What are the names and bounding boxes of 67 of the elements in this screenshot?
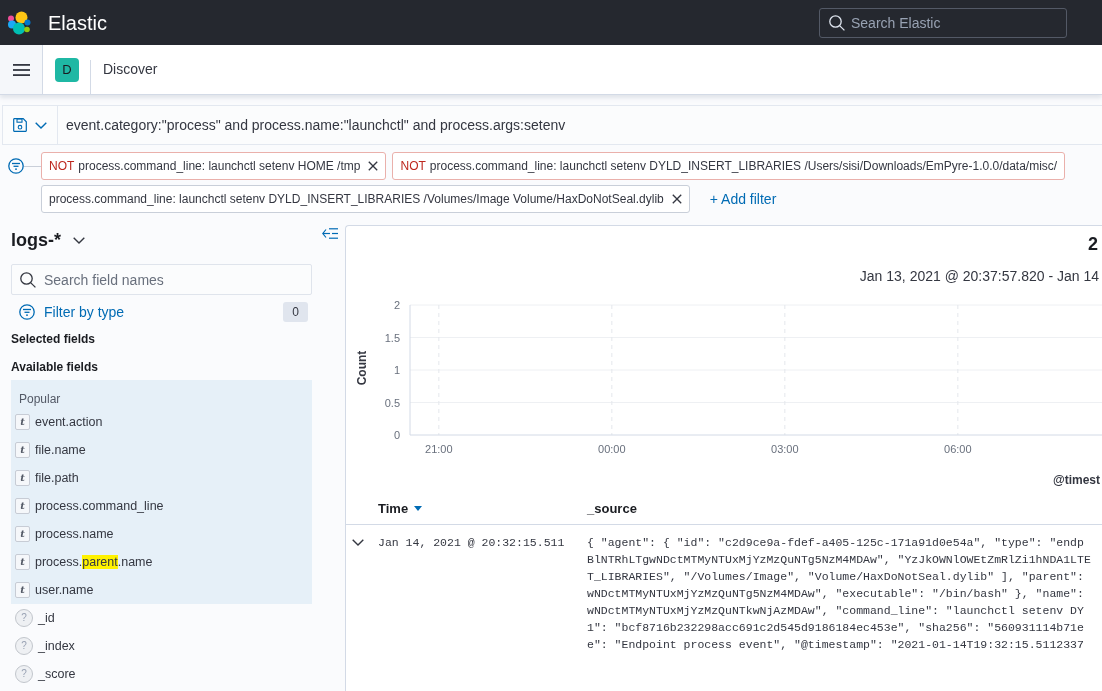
field-type-token: ?: [15, 637, 33, 655]
field-type-token: ?: [15, 609, 33, 627]
y-axis-title: Count: [355, 350, 369, 386]
y-tick-label: 0: [393, 429, 400, 441]
field-name[interactable]: _id: [38, 609, 55, 627]
field-name[interactable]: process.command_line: [35, 497, 164, 515]
search-icon: [829, 14, 845, 31]
field-name[interactable]: process.name: [35, 525, 114, 543]
filter-pill[interactable]: NOT process.command_line: launchctl setenv DYLD_INSERT_LIBRARIES /Users/sisi/Downloads/EmPyre-1.0.0/data/misc/: [392, 152, 1066, 180]
search-icon: [20, 272, 36, 288]
breadcrumb: Discover: [103, 60, 158, 79]
field-name[interactable]: user.name: [35, 581, 94, 599]
field-type-token: t: [15, 470, 30, 486]
y-tick-label: 1: [393, 364, 400, 376]
index-pattern-button[interactable]: logs-*: [11, 228, 85, 252]
menu-icon: [12, 63, 30, 76]
brand-name: Elastic: [48, 10, 107, 35]
search-field[interactable]: Search Elastic: [819, 7, 1067, 38]
y-tick-label: 0.5: [384, 396, 400, 409]
chevron-down-icon: [73, 236, 85, 244]
chevron-down-icon[interactable]: [352, 539, 364, 546]
field-type-token: t: [15, 442, 30, 458]
time-range: Jan 13, 2021 @ 20:37:57.820 - Jan 14: [859, 267, 1099, 286]
field-type-token: t: [15, 526, 30, 542]
filter-icon[interactable]: [8, 158, 24, 174]
field-name[interactable]: _index: [38, 637, 75, 655]
field-type-token: t: [15, 414, 30, 430]
filter-by-type-button[interactable]: Filter by type: [11, 301, 125, 323]
column-header[interactable]: Time: [378, 498, 409, 519]
saved-query-button[interactable]: [2, 105, 58, 145]
add-filter-button[interactable]: + Add filter: [695, 185, 791, 213]
x-tick-label: 03:00: [771, 443, 799, 455]
sort-caret-icon[interactable]: [414, 506, 423, 511]
x-tick-label: 21:00: [425, 443, 453, 455]
filter-icon: [19, 304, 35, 320]
column-header[interactable]: _source: [587, 498, 637, 519]
filter-pill[interactable]: process.command_line: launchctl setenv DYLD_INSERT_LIBRARIES /Volumes/Image Volume/HaxDoNotSeal.dylib: [41, 185, 690, 213]
chevron-down-icon: [35, 121, 47, 129]
x-axis-title: @timest: [1052, 473, 1100, 487]
space-avatar[interactable]: D: [55, 57, 79, 82]
y-tick-label: 1.5: [384, 331, 400, 344]
collapse-sidebar-icon[interactable]: [322, 228, 338, 239]
y-tick-label: 2: [393, 299, 400, 311]
field-name[interactable]: _score: [38, 665, 76, 683]
field-type-token: t: [15, 554, 30, 570]
query-field[interactable]: event.category:"process" and process.name:"launchctl" and process.args:setenv: [58, 105, 1102, 145]
field-name[interactable]: event.action: [35, 413, 103, 431]
logo-icon: [7, 10, 31, 35]
document-source: { "agent": { "id": "c2d9ce9a-fdef-a405-125c-171a91d0e54a", "type": "endp BlNTRhLTgwNDctMTMyNTUxMjYzMzQuNTg5NzM4MDAw", "YzJkOWNlOWEtZmRlZi1hNDA1LTE T_LIBRARIES", "/Volumes/Image", "Volume/HaxDoNotSeal.dylib" ], "parent": wNDctMTMyNTUxMjYzMzQuNTg5NzM4MDAw", "executable": "/bin/bash" }, "name": wNDctMTMyNTUxMjYzMzQuNTkwNjAzMDAw", "command_line": "launchctl setenv DY 1": "bcf8716b232298acc691c2d545d9186184ec453e", "sha256": "560931114b71e e": "Endpoint process event", "@timestamp": "2021-01-14T19:32:15.5112337: [587, 535, 1091, 653]
x-tick-label: 06:00: [944, 443, 972, 455]
section-title: Available fields: [11, 359, 99, 375]
close-icon[interactable]: [671, 194, 682, 204]
x-tick-label: 00:00: [598, 443, 626, 455]
field-name[interactable]: file.name: [35, 441, 86, 459]
field-type-token: t: [15, 582, 30, 598]
filter-pill[interactable]: NOT process.command_line: launchctl setenv HOME /tmp: [41, 152, 387, 180]
close-icon[interactable]: [368, 161, 379, 171]
field-name[interactable]: file.path: [35, 469, 79, 487]
hits-count: 2: [1088, 233, 1098, 255]
menu-button[interactable]: [0, 45, 43, 94]
field-type-token: t: [15, 498, 30, 514]
count-badge: 0: [283, 302, 308, 322]
time-cell-text: Jan 14, 2021 @ 20:32:15.511: [378, 535, 566, 551]
section-label: Popular: [18, 391, 62, 408]
save-icon: [13, 118, 27, 132]
section-title: Selected fields: [11, 331, 97, 347]
field-type-token: ?: [15, 665, 33, 683]
